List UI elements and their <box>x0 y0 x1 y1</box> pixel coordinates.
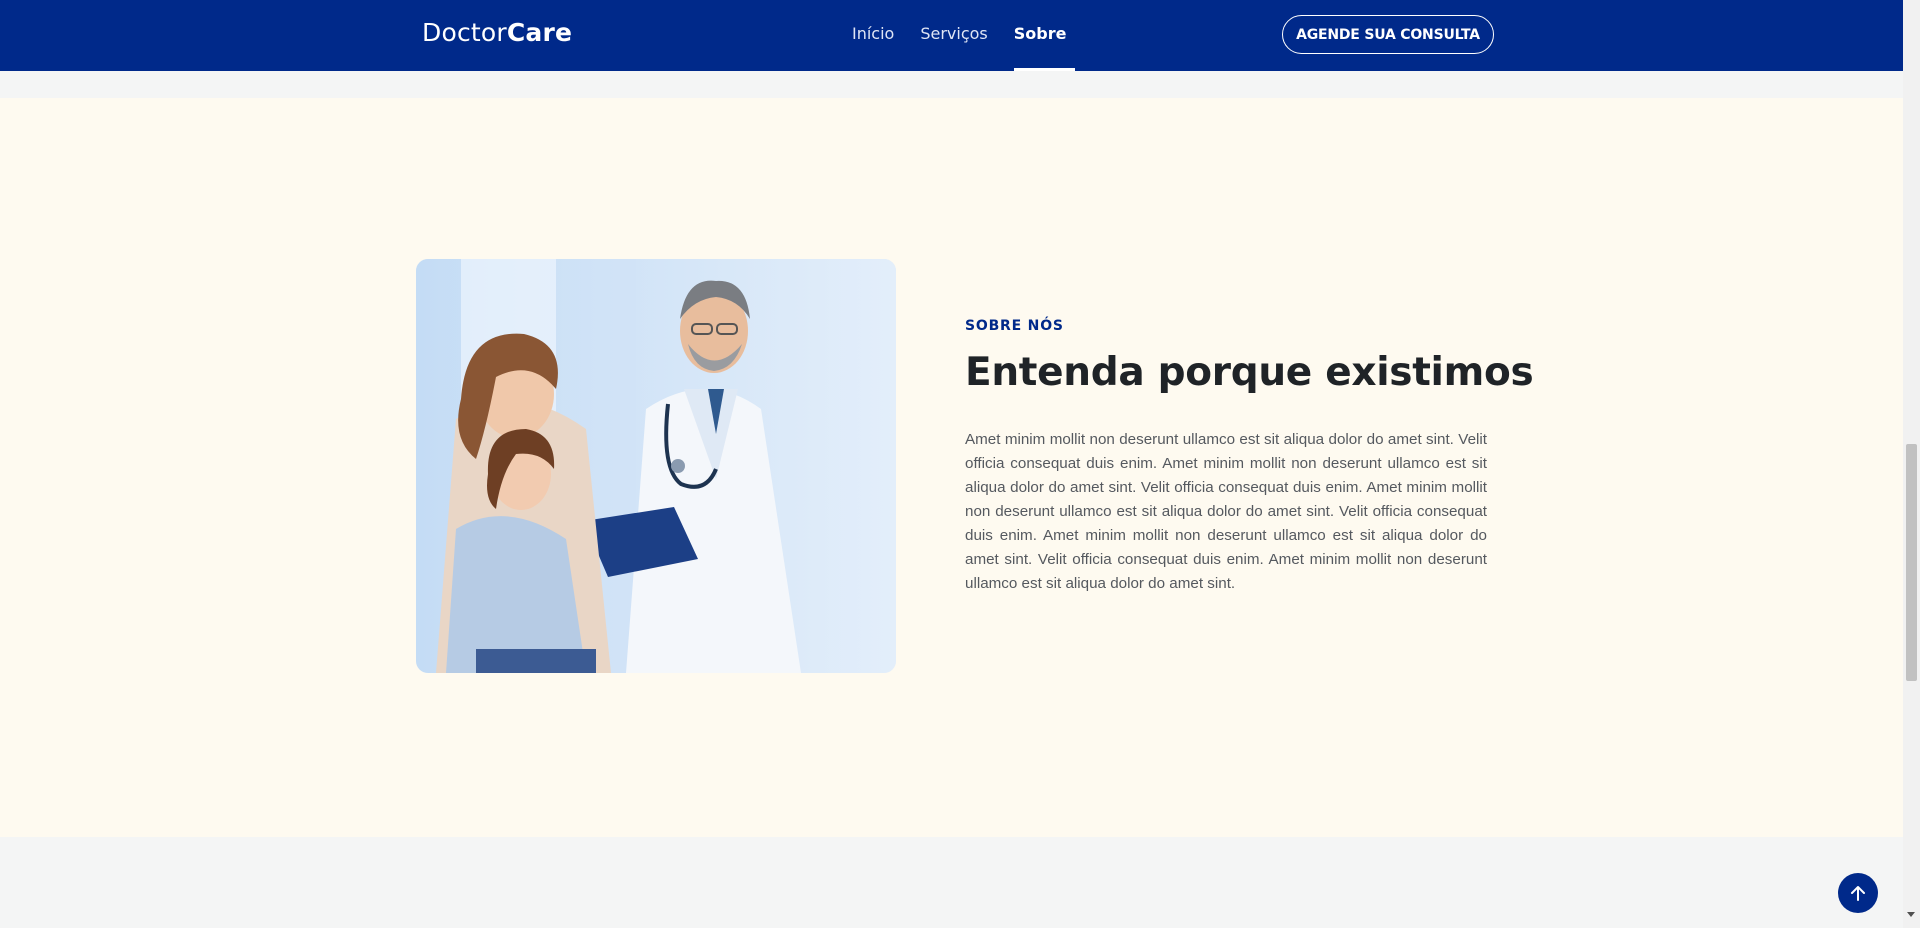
scroll-down-arrow-icon[interactable] <box>1907 912 1915 917</box>
main-nav: Início Serviços Sobre <box>852 24 1092 43</box>
section-eyebrow: SOBRE NÓS <box>965 318 1064 334</box>
active-nav-indicator <box>1014 68 1075 71</box>
nav-item-sobre[interactable]: Sobre <box>1014 24 1067 43</box>
scrollbar-thumb[interactable] <box>1906 444 1917 681</box>
back-to-top-button[interactable] <box>1838 873 1878 913</box>
logo[interactable]: DoctorCare <box>422 18 572 47</box>
site-header: DoctorCare Início Serviços Sobre AGENDE … <box>0 0 1903 71</box>
doctor-family-photo <box>416 259 896 673</box>
nav-item-inicio[interactable]: Início <box>852 24 894 43</box>
arrow-up-icon <box>1851 886 1865 901</box>
logo-light: Doctor <box>422 18 507 47</box>
logo-bold: Care <box>506 18 573 47</box>
schedule-appointment-button[interactable]: AGENDE SUA CONSULTA <box>1282 15 1494 54</box>
nav-item-servicos[interactable]: Serviços <box>920 24 987 43</box>
section-title: Entenda porque existimos <box>965 350 1534 395</box>
section-body-text: Amet minim mollit non deserunt ullamco e… <box>965 431 1487 592</box>
about-section <box>0 98 1903 837</box>
